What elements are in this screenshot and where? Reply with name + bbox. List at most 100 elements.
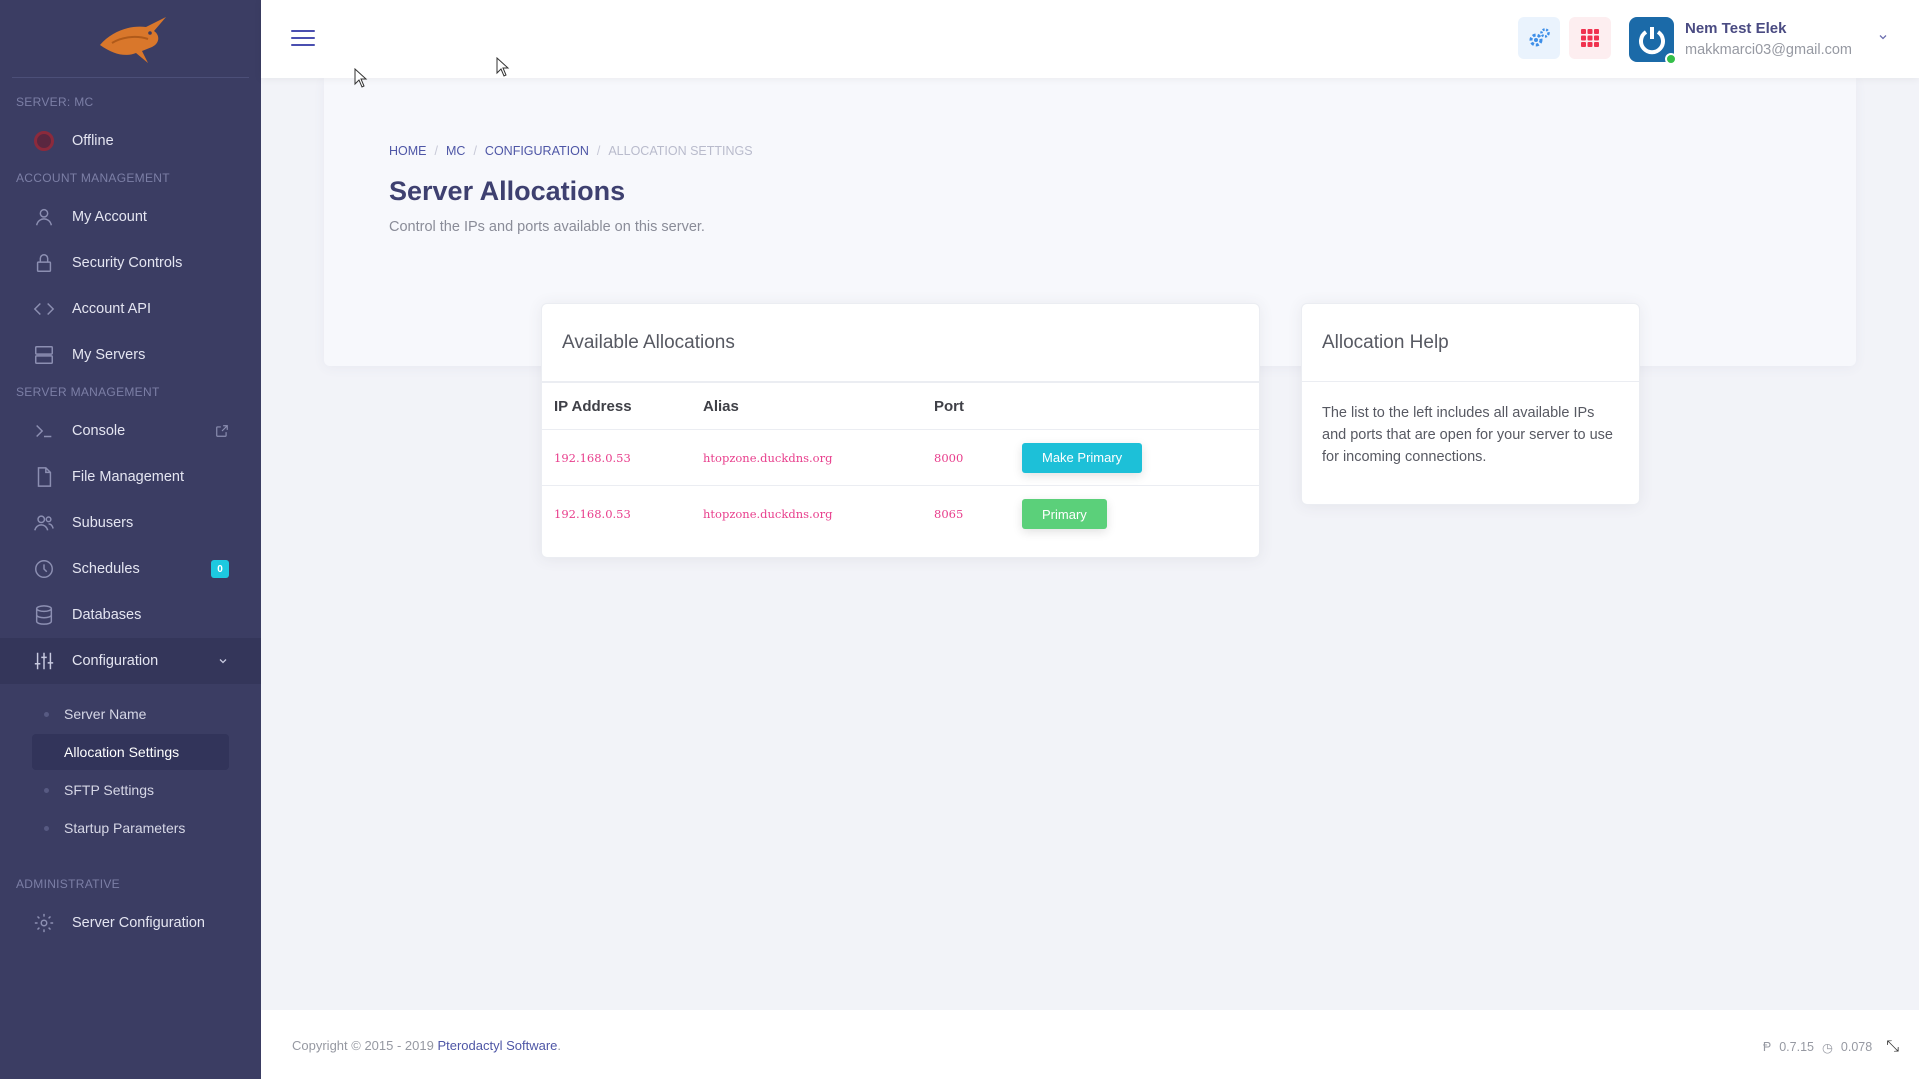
apps-grid-button[interactable]	[1569, 17, 1611, 59]
server-management-section-title: SERVER MANAGEMENT	[16, 385, 160, 399]
sidebar-item-label: Databases	[72, 607, 142, 623]
sidebar-subitem-label: SFTP Settings	[64, 782, 155, 798]
database-icon	[32, 603, 56, 627]
column-ip-address: IP Address	[554, 397, 632, 415]
breadcrumb-current: ALLOCATION SETTINGS	[608, 144, 753, 158]
sidebar-item-databases[interactable]: Databases	[0, 592, 261, 638]
breadcrumb-home[interactable]: HOME	[389, 144, 427, 158]
bullet-icon	[44, 712, 49, 717]
sidebar-item-my-servers[interactable]: My Servers	[0, 332, 261, 378]
sidebar-subitem-sftp-settings[interactable]: SFTP Settings	[32, 772, 229, 808]
chevron-down-icon[interactable]	[1877, 30, 1889, 48]
sidebar-item-label: Schedules	[72, 561, 140, 577]
sidebar-item-subusers[interactable]: Subusers	[0, 500, 261, 546]
column-alias: Alias	[703, 397, 739, 415]
lock-icon	[32, 251, 56, 275]
primary-button[interactable]: Primary	[1022, 499, 1107, 529]
sidebar-subitem-label: Allocation Settings	[64, 744, 180, 760]
sidebar-subitem-server-name[interactable]: Server Name	[32, 696, 229, 732]
panel-version: 0.7.15	[1779, 1040, 1814, 1054]
breadcrumb-separator: /	[473, 144, 477, 158]
make-primary-button[interactable]: Make Primary	[1022, 442, 1143, 473]
sidebar-item-schedules[interactable]: Schedules 0	[0, 546, 261, 592]
mouse-cursor-icon	[354, 68, 368, 88]
sidebar-item-label: My Servers	[72, 347, 146, 363]
sidebar-item-label: Configuration	[72, 653, 159, 669]
allocation-ip: 192.168.0.53	[554, 450, 631, 465]
breadcrumb-separator: /	[596, 144, 601, 158]
pterodactyl-link[interactable]: Pterodactyl Software	[437, 1038, 557, 1053]
allocation-alias: htopzone.duckdns.org	[703, 507, 833, 521]
external-link-icon[interactable]	[215, 424, 229, 438]
sidebar-subitem-allocation-settings[interactable]: Allocation Settings	[32, 734, 229, 770]
sidebar-item-configuration[interactable]: Configuration	[0, 638, 261, 684]
breadcrumb-configuration[interactable]: CONFIGURATION	[485, 144, 589, 158]
allocation-alias: htopzone.duckdns.org	[703, 450, 833, 465]
gear-icon	[32, 911, 56, 935]
clock-icon	[32, 557, 56, 581]
sidebar-item-console[interactable]: Console	[0, 408, 261, 454]
server-section-title: SERVER: MC	[16, 95, 94, 109]
file-icon	[32, 465, 56, 489]
breadcrumb-server[interactable]: MC	[446, 144, 465, 158]
footer: Copyright © 2015 - 2019 Pterodactyl Soft…	[261, 1010, 1919, 1079]
sidebar-item-label: Console	[72, 423, 126, 439]
server-status: Offline	[0, 118, 261, 164]
user-name[interactable]: Nem Test Elek	[1685, 20, 1786, 37]
sidebar: SERVER: MC Offline ACCOUNT MANAGEMENT My…	[0, 0, 261, 1079]
online-status-indicator	[1665, 53, 1677, 65]
sidebar-item-server-configuration[interactable]: Server Configuration	[0, 900, 261, 946]
code-branch-icon: Ᵽ	[1762, 1040, 1772, 1054]
clock-icon: ◷	[1821, 1040, 1833, 1055]
sidebar-item-security-controls[interactable]: Security Controls	[0, 240, 261, 286]
copyright-suffix: .	[557, 1038, 562, 1053]
logo[interactable]	[12, 0, 249, 78]
allocation-help-title: Allocation Help	[1302, 304, 1639, 382]
sliders-icon	[32, 649, 56, 673]
status-dot-icon	[32, 129, 56, 153]
bullet-icon	[44, 826, 49, 831]
copyright-prefix: Copyright © 2015 - 2019	[292, 1038, 438, 1053]
account-section-title: ACCOUNT MANAGEMENT	[16, 171, 170, 185]
mouse-cursor-icon	[496, 57, 510, 77]
allocation-help-card: Allocation Help The list to the left inc…	[1301, 303, 1640, 505]
avatar[interactable]	[1629, 17, 1677, 65]
allocation-ip: 192.168.0.53	[554, 507, 631, 521]
sidebar-item-label: Subusers	[72, 515, 134, 531]
hamburger-menu-icon[interactable]	[291, 30, 315, 48]
version-info: Ᵽ 0.7.15 ◷ 0.078 ⤡	[1763, 1038, 1899, 1056]
column-port: Port	[934, 397, 964, 415]
breadcrumb: HOME / MC / CONFIGURATION / ALLOCATION S…	[389, 144, 753, 158]
table-row: 192.168.0.53 htopzone.duckdns.org 8065 P…	[542, 486, 1259, 542]
sidebar-item-label: Account API	[72, 301, 151, 317]
sidebar-item-label: Security Controls	[72, 255, 183, 271]
breadcrumb-separator: /	[434, 144, 438, 158]
server-status-label: Offline	[72, 133, 114, 149]
sidebar-item-file-management[interactable]: File Management	[0, 454, 261, 500]
render-time: 0.078	[1840, 1040, 1873, 1054]
admin-settings-button[interactable]	[1518, 17, 1560, 59]
grid-icon	[1581, 29, 1599, 47]
allocations-card-title: Available Allocations	[542, 304, 1259, 382]
allocation-help-text: The list to the left includes all availa…	[1322, 405, 1613, 465]
page-title: Server Allocations	[389, 176, 626, 206]
administrative-section-title: ADMINISTRATIVE	[16, 877, 120, 891]
sidebar-subitem-startup-parameters[interactable]: Startup Parameters	[32, 810, 229, 846]
bullet-icon	[44, 788, 49, 793]
allocation-port: 8000	[934, 450, 964, 465]
sidebar-item-my-account[interactable]: My Account	[0, 194, 261, 240]
table-row: 192.168.0.53 htopzone.duckdns.org 8000 M…	[542, 430, 1259, 486]
pterodactyl-logo-icon	[99, 16, 166, 63]
copyright: Copyright © 2015 - 2019 Pterodactyl Soft…	[292, 1038, 561, 1053]
sidebar-item-account-api[interactable]: Account API	[0, 286, 261, 332]
server-icon	[32, 343, 56, 367]
user-icon	[32, 205, 56, 229]
user-email[interactable]: makkmarci03@gmail.com	[1685, 42, 1852, 58]
allocation-port: 8065	[934, 507, 964, 521]
collapse-icon[interactable]: ⤡	[1886, 1038, 1899, 1056]
chevron-down-icon[interactable]	[217, 655, 229, 667]
table-header: IP Address Alias Port	[542, 382, 1259, 430]
sidebar-item-label: My Account	[72, 209, 147, 225]
power-icon	[1638, 26, 1665, 54]
terminal-icon	[32, 419, 56, 443]
